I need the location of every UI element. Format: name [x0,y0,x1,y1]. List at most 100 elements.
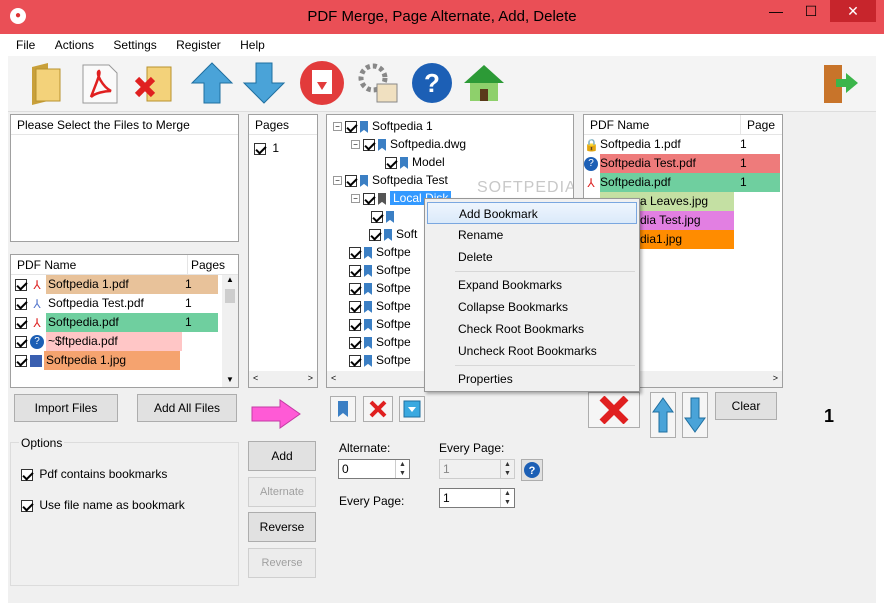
list-item[interactable]: Softpedia 1.jpg [11,351,238,370]
node-checkbox[interactable] [349,318,361,331]
pdf-list-panel[interactable]: PDF Name Pages ⅄ Softpedia 1.pdf 1 ⅄ Softpe… [10,254,239,388]
help-icon[interactable]: ? [408,59,456,107]
move-right-icon[interactable] [250,399,302,429]
move-up-icon[interactable] [188,59,236,107]
menu-settings[interactable]: Settings [105,34,164,52]
list-item[interactable]: ⅄ Softpedia.pdf 1 [11,313,238,332]
close-button[interactable]: ✕ [830,0,876,22]
scroll-left-icon[interactable]: < [253,373,258,383]
clear-button[interactable]: Clear [715,392,777,420]
row-checkbox[interactable] [15,278,27,291]
opt-bookmarks-checkbox[interactable] [21,468,33,481]
list-item[interactable]: ⅄ Softpedia 1.pdf 1 [11,275,238,294]
tree-node[interactable]: − Softpedia 1 [333,117,433,135]
tree-node[interactable]: Softpe [349,333,411,351]
list-item[interactable]: ? ~$ftpedia.pdf [11,332,238,351]
files-panel[interactable]: Please Select the Files to Merge [10,114,239,242]
menu-properties[interactable]: Properties [427,368,637,390]
row-checkbox[interactable] [15,335,27,348]
node-checkbox[interactable] [349,282,361,295]
tree-node[interactable]: Soft [369,225,417,243]
tree-node[interactable] [371,207,398,225]
node-checkbox[interactable] [363,192,375,205]
list-item[interactable]: ⅄ Softpedia.pdf 1 [584,173,782,192]
row-checkbox[interactable] [15,354,27,367]
tree-node[interactable]: Softpe [349,279,411,297]
pages-panel[interactable]: Pages 1 < > [248,114,318,388]
node-checkbox[interactable] [371,210,383,223]
every-page-spinner[interactable]: 1 ▲ ▼ [439,459,515,479]
tree-node[interactable]: Softpe [349,297,411,315]
reverse-button[interactable]: Reverse [248,512,316,542]
tree-node[interactable]: Model [385,153,445,171]
node-checkbox[interactable] [349,300,361,313]
opt-filename-checkbox[interactable] [21,499,33,512]
menu-collapse-bookmarks[interactable]: Collapse Bookmarks [427,296,637,318]
list-scrollbar[interactable]: ▲ ▼ [222,275,238,387]
pages-hscroll[interactable]: < > [249,371,317,387]
col-pdf-name[interactable]: PDF Name [17,258,76,272]
node-checkbox[interactable] [349,264,361,277]
tree-node[interactable]: Softpe [349,351,411,369]
node-checkbox[interactable] [363,138,375,151]
opt-bookmarks[interactable]: Pdf contains bookmarks [21,467,167,481]
node-checkbox[interactable] [369,228,381,241]
collapse-icon[interactable]: − [351,140,360,150]
expand-button[interactable] [399,396,425,422]
opt-filename[interactable]: Use file name as bookmark [21,498,185,512]
alternate-spinner[interactable]: 0 ▲ ▼ [338,459,410,479]
menu-check-root[interactable]: Check Root Bookmarks [427,318,637,340]
reverse-disabled-button[interactable]: Reverse [248,548,316,578]
every-page-spinner-2[interactable]: 1 ▲ ▼ [439,488,515,508]
row-checkbox[interactable] [15,316,27,329]
list-item[interactable]: ? Softpedia Test.pdf 1 [584,154,782,173]
remove-item-button[interactable] [588,392,640,428]
node-checkbox[interactable] [349,354,361,367]
menu-add-bookmark[interactable]: Add Bookmark [427,202,637,224]
item-up-button[interactable] [650,392,676,438]
node-checkbox[interactable] [345,120,357,133]
scroll-down-icon[interactable]: ▼ [222,375,238,387]
save-pdf-icon[interactable] [298,59,346,107]
remove-folder-icon[interactable] [130,59,178,107]
add-pdf-icon[interactable] [76,59,124,107]
tree-node[interactable]: Softpe [349,261,411,279]
node-checkbox[interactable] [385,156,397,169]
menu-actions[interactable]: Actions [47,34,102,52]
collapse-icon[interactable]: − [333,176,342,186]
home-icon[interactable] [460,59,508,107]
add-all-files-button[interactable]: Add All Files [137,394,237,422]
delete-bookmark-button[interactable] [363,396,393,422]
help-button[interactable]: ? [521,459,543,481]
item-down-button[interactable] [682,392,708,438]
alternate-button[interactable]: Alternate [248,477,316,507]
exit-icon[interactable] [816,59,864,107]
list-item[interactable]: 🔒Softpedia 1.pdf 1 [584,135,782,154]
settings-icon[interactable] [354,59,402,107]
tree-node[interactable]: Softpe [349,243,411,261]
col-pages[interactable]: Pages [187,255,225,275]
col-pdf-name[interactable]: PDF Name [590,118,649,132]
add-bookmark-button[interactable] [330,396,356,422]
node-checkbox[interactable] [349,336,361,349]
scroll-right-icon[interactable]: > [773,373,778,383]
node-checkbox[interactable] [345,174,357,187]
scroll-right-icon[interactable]: > [308,373,313,383]
list-item[interactable]: ⅄ Softpedia Test.pdf 1 [11,294,238,313]
menu-register[interactable]: Register [168,34,229,52]
spinner-arrows-icon[interactable]: ▲ ▼ [500,489,514,507]
menu-uncheck-root[interactable]: Uncheck Root Bookmarks [427,340,637,362]
add-button[interactable]: Add [248,441,316,471]
tree-node[interactable]: Softpe [349,315,411,333]
node-checkbox[interactable] [349,246,361,259]
import-files-button[interactable]: Import Files [14,394,118,422]
scroll-thumb[interactable] [225,289,235,303]
menu-file[interactable]: File [8,34,43,52]
tree-node[interactable]: − Softpedia.dwg [351,135,466,153]
scroll-up-icon[interactable]: ▲ [222,275,238,289]
page-checkbox[interactable] [254,142,266,155]
move-down-icon[interactable] [240,59,288,107]
minimize-button[interactable]: — [760,0,792,22]
scroll-left-icon[interactable]: < [331,373,336,383]
menu-rename[interactable]: Rename [427,224,637,246]
